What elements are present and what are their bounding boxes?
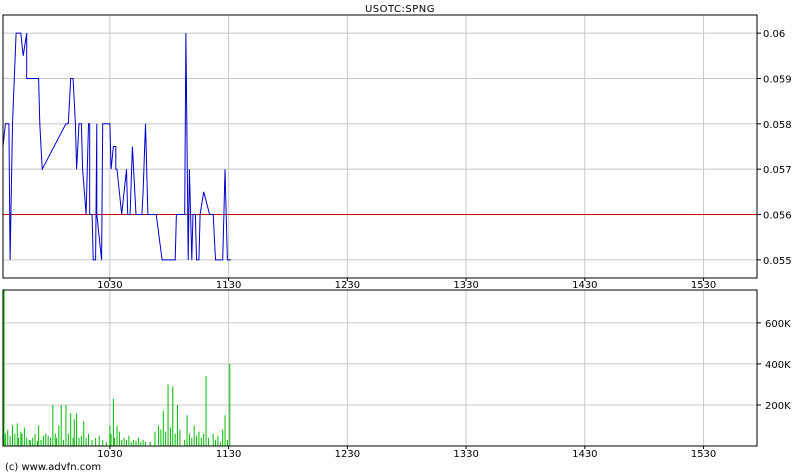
price-x-tick-label: 1530	[691, 280, 716, 291]
volume-x-tick-label: 1530	[691, 449, 716, 460]
price-x-tick-label: 1330	[453, 280, 478, 291]
price-y-tick-label: 0.057	[763, 165, 792, 176]
price-x-tick-label: 1230	[335, 280, 360, 291]
price-x-tick-label: 1130	[216, 280, 241, 291]
volume-panel: 1030 1130 1230 1330 1430 1530 200K 400K 600K	[2, 289, 791, 460]
price-y-tick-label: 0.056	[763, 211, 792, 222]
price-x-tick-label: 1430	[572, 280, 597, 291]
volume-y-tick-label: 600K	[765, 319, 791, 330]
chart-canvas: USOTC:SPNG 1030 1130 1230 1330 1430 1530 0.055…	[2, 4, 792, 473]
footer-credit: (c) www.advfn.com	[5, 462, 101, 473]
price-y-tick-label: 0.055	[763, 256, 792, 267]
volume-panel-frame	[2, 289, 758, 447]
price-panel: 1030 1130 1230 1330 1430 1530 0.055 0.056 0.057 0…	[2, 14, 792, 291]
price-y-tick-label: 0.06	[763, 29, 785, 40]
volume-x-tick-label: 1130	[216, 449, 241, 460]
chart-title: USOTC:SPNG	[365, 4, 435, 15]
volume-x-tick-label: 1030	[97, 449, 122, 460]
volume-x-tick-label: 1230	[335, 449, 360, 460]
volume-x-tick-label: 1430	[572, 449, 597, 460]
volume-x-tick-label: 1330	[453, 449, 478, 460]
volume-y-tick-label: 200K	[765, 401, 791, 412]
price-y-tick-label: 0.058	[763, 120, 792, 131]
price-series-line	[2, 32, 231, 261]
volume-y-tick-label: 400K	[765, 360, 791, 371]
price-y-tick-label: 0.059	[763, 74, 792, 85]
price-x-tick-label: 1030	[97, 280, 122, 291]
